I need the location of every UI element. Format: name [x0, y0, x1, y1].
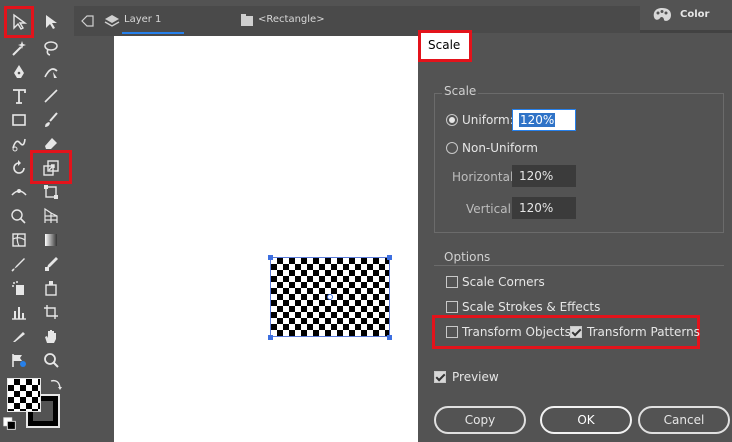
transform-objects-checkbox[interactable]	[446, 326, 458, 338]
direct-selection-tool-icon[interactable]	[38, 10, 64, 34]
fill-swatch[interactable]	[7, 378, 41, 412]
column-graph-tool-icon[interactable]	[6, 300, 32, 324]
lasso-tool-icon[interactable]	[38, 36, 64, 60]
perspective-grid-tool-icon[interactable]	[38, 204, 64, 228]
scale-dialog: Scale Uniform: 120% Non-Uniform Horizont…	[418, 33, 732, 442]
center-point-icon	[327, 294, 333, 300]
layer-breadcrumb[interactable]: Layer 1	[124, 14, 161, 25]
rectangle-tool-icon[interactable]	[6, 108, 32, 132]
default-fill-stroke-icon[interactable]	[2, 416, 18, 432]
uniform-radio[interactable]	[446, 114, 458, 126]
shaper-tool-icon[interactable]	[6, 132, 32, 156]
scale-corners-label: Scale Corners	[462, 275, 545, 289]
rotate-tool-icon[interactable]	[6, 156, 32, 180]
palette-icon	[653, 8, 671, 21]
gradient-tool-icon[interactable]	[38, 228, 64, 252]
transform-objects-label: Transform Objects	[462, 325, 571, 339]
tools-panel	[0, 0, 72, 442]
transform-patterns-label: Transform Patterns	[587, 325, 700, 339]
back-arrow-icon[interactable]	[80, 13, 96, 29]
swap-fill-stroke-icon[interactable]	[46, 376, 66, 392]
line-segment-tool-icon[interactable]	[38, 84, 64, 108]
scale-corners-checkbox[interactable]	[446, 276, 458, 288]
scale-tool-icon[interactable]	[38, 156, 64, 180]
layer-underline	[122, 32, 184, 34]
object-folder-icon	[241, 14, 253, 26]
bounding-box-handle[interactable]	[268, 335, 273, 340]
horizontal-label: Horizontal:	[452, 170, 518, 184]
selection-tool-icon[interactable]	[6, 10, 32, 34]
artboard-tool-icon[interactable]	[38, 300, 64, 324]
vertical-label: Vertical:	[466, 202, 515, 216]
shape-builder-tool-icon[interactable]	[6, 204, 32, 228]
symbol-sprayer-tool-icon[interactable]	[6, 276, 32, 300]
free-transform-tool-icon[interactable]	[38, 180, 64, 204]
eyedropper-tool-icon[interactable]	[6, 252, 32, 276]
transform-patterns-checkbox[interactable]	[570, 326, 582, 338]
bounding-box-handle[interactable]	[387, 335, 392, 340]
preview-label: Preview	[452, 370, 499, 384]
paintbrush-tool-icon[interactable]	[38, 108, 64, 132]
non-uniform-label: Non-Uniform	[462, 141, 538, 155]
horizontal-input[interactable]: 120%	[512, 165, 576, 187]
ok-button[interactable]: OK	[540, 406, 632, 434]
copy-button[interactable]: Copy	[434, 406, 526, 434]
uniform-input[interactable]: 120%	[512, 109, 576, 131]
width-tool-icon[interactable]	[6, 180, 32, 204]
pen-tool-icon[interactable]	[6, 60, 32, 84]
options-group-label: Options	[442, 250, 493, 264]
illustrator-window: Layer 1 <Rectangle> Color Scale Uniform:…	[0, 0, 732, 442]
blend-tool-icon[interactable]	[38, 252, 64, 276]
hand-tool-icon[interactable]	[38, 324, 64, 348]
artboard-canvas[interactable]	[114, 36, 418, 442]
dialog-title: Scale	[428, 38, 461, 52]
column-graph-alt-icon[interactable]	[38, 276, 64, 300]
breadcrumb-bar: Layer 1 <Rectangle>	[74, 6, 640, 36]
puppet-warp-tool-icon[interactable]	[6, 348, 32, 372]
magic-wand-tool-icon[interactable]	[6, 36, 32, 60]
zoom-tool-icon[interactable]	[38, 348, 64, 372]
non-uniform-radio[interactable]	[446, 142, 458, 154]
bounding-box-handle[interactable]	[268, 255, 273, 260]
type-tool-icon[interactable]	[6, 84, 32, 108]
bounding-box-handle[interactable]	[387, 255, 392, 260]
color-panel-tab[interactable]: Color	[640, 0, 732, 30]
vertical-input[interactable]: 120%	[512, 197, 576, 219]
curvature-tool-icon[interactable]	[38, 60, 64, 84]
object-breadcrumb[interactable]: <Rectangle>	[258, 14, 325, 25]
slice-tool-icon[interactable]	[6, 324, 32, 348]
mesh-tool-icon[interactable]	[6, 228, 32, 252]
preview-checkbox[interactable]	[434, 371, 446, 383]
color-panel-label: Color	[680, 9, 710, 20]
scale-strokes-label: Scale Strokes & Effects	[462, 300, 601, 314]
scale-group-label: Scale	[442, 84, 479, 98]
scale-strokes-checkbox[interactable]	[446, 301, 458, 313]
cancel-button[interactable]: Cancel	[638, 406, 730, 434]
layers-icon	[104, 15, 120, 27]
uniform-label: Uniform:	[462, 113, 514, 127]
